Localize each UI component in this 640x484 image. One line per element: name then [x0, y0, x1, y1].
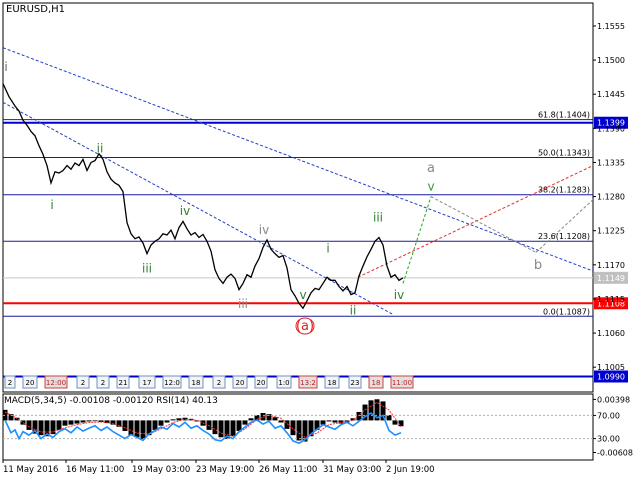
macd-histogram-bar-35 [212, 420, 218, 435]
wave-label-15: b [534, 258, 542, 273]
wave-label-4: iii [142, 261, 152, 275]
fib-level-label-1: 50.0(1.1343) [538, 148, 590, 157]
session-box-label-1: 20 [26, 379, 35, 387]
macd-histogram-bar-26 [158, 420, 164, 426]
wave-label-0: i [4, 60, 7, 74]
macd-histogram-bar-28 [170, 419, 176, 421]
session-box-label-3: 2 [81, 379, 85, 387]
y-tick-label-3: 1.1390 [597, 124, 625, 133]
wave-label-3: iv [180, 204, 190, 218]
macd-histogram-bar-21 [128, 420, 134, 436]
session-box-label-4: 2 [101, 379, 105, 387]
macd-histogram-bar-40 [242, 420, 248, 425]
session-box-label-17: 11:00 [392, 379, 412, 387]
wave-label-12: iv [394, 288, 404, 302]
session-box-label-14: 18 [328, 379, 337, 387]
symbol-title: EURUSD,H1 [6, 4, 66, 15]
ind-y-tick-label-0: 0.00398 [597, 395, 630, 404]
wave-label-5: iv [259, 223, 269, 237]
session-box-label-16: 18 [372, 379, 381, 387]
macd-histogram-bar-48 [290, 420, 296, 436]
ind-y-tick-label-1: 70.00 [597, 411, 620, 420]
price-chart: 61.8(1.1404) 50.0(1.1343) 38.2(1.1283) 23.6… [2, 2, 633, 475]
macd-histogram-bar-36 [218, 420, 224, 438]
session-box-label-13: 13:2 [300, 379, 316, 387]
current-price-tag-text: 1.1149 [597, 274, 625, 283]
fib-level-label-0: 61.8(1.1404) [538, 111, 590, 120]
price-level-tag-text-2: 1.0990 [597, 372, 625, 381]
macd-histogram-bar-20 [122, 420, 128, 431]
macd-histogram-bar-13 [80, 420, 86, 423]
fib-level-label-4: 0.0(1.1087) [543, 307, 590, 316]
y-tick-label-9: 1.1060 [597, 329, 625, 338]
indicator-label: MACD(5,34,5) -0.00108 -0.00120 RSI(14) 4… [4, 396, 218, 406]
y-tick-label-0: 1.1555 [597, 22, 625, 31]
macd-histogram-bar-27 [164, 420, 170, 423]
fib-level-label-2: 38.2(1.1283) [538, 186, 590, 195]
x-tick-label-1: 16 May 11:00 [66, 465, 124, 475]
wave-label-9: i [326, 241, 329, 255]
wave-label-6: iii [238, 297, 248, 311]
macd-histogram-bar-6 [38, 420, 44, 436]
chart-window: 61.8(1.1404) 50.0(1.1343) 38.2(1.1283) 23.6… [0, 0, 640, 480]
session-box-label-6: 17 [143, 379, 152, 387]
macd-histogram-bar-55 [332, 420, 338, 423]
x-tick-label-6: 2 Jun 19:00 [386, 465, 435, 475]
macd-histogram-bar-14 [86, 420, 92, 422]
x-tick-label-0: 11 May 2016 [3, 465, 58, 475]
macd-histogram-bar-9 [56, 420, 62, 430]
wave-label-1: ii [97, 142, 104, 156]
wave-label-14: v [427, 179, 434, 193]
fib-level-label-3: 23.6(1.1208) [538, 232, 590, 241]
wave-label-13: a [427, 161, 435, 176]
macd-histogram-bar-45 [272, 417, 278, 421]
y-tick-label-10: 1.1005 [597, 363, 625, 372]
session-box-label-15: 23 [351, 379, 360, 387]
macd-histogram-bar-64 [386, 415, 392, 421]
x-tick-label-2: 19 May 03:00 [132, 465, 190, 475]
macd-histogram-bar-54 [326, 420, 332, 422]
macd-histogram-bar-25 [152, 420, 158, 430]
session-box-label-11: 20 [257, 379, 266, 387]
macd-histogram-bar-38 [230, 420, 236, 437]
session-box-label-2: 12:00 [46, 379, 66, 387]
y-tick-label-4: 1.1335 [597, 158, 625, 167]
x-tick-label-3: 23 May 19:00 [196, 465, 254, 475]
macd-histogram-bar-11 [68, 420, 74, 425]
macd-histogram-bar-41 [248, 418, 254, 421]
macd-histogram-bar-10 [62, 420, 68, 426]
session-box-label-8: 18 [192, 379, 201, 387]
session-box-label-9: 2 [217, 379, 221, 387]
macd-histogram-bar-23 [140, 420, 146, 439]
y-tick-label-8: 1.1115 [597, 295, 625, 304]
ind-y-tick-label-2: 30.00 [597, 435, 620, 444]
session-box-label-0: 2 [8, 379, 12, 387]
y-tick-label-1: 1.1500 [597, 56, 625, 65]
y-tick-label-6: 1.1225 [597, 227, 625, 236]
wave-label-7: v [299, 288, 306, 302]
ind-y-tick-label-3: -0.00608 [597, 449, 633, 458]
macd-histogram-bar-22 [134, 420, 140, 438]
y-tick-label-2: 1.1445 [597, 90, 625, 99]
wave-label-10: ii [350, 303, 357, 317]
y-tick-label-7: 1.1170 [597, 261, 625, 270]
y-tick-label-5: 1.1280 [597, 193, 625, 202]
session-box-label-12: 1:0 [278, 379, 289, 387]
macd-histogram-bar-12 [74, 420, 80, 424]
x-tick-label-5: 31 May 03:00 [323, 465, 381, 475]
wave-label-2: i [50, 198, 53, 212]
macd-histogram-bar-46 [278, 420, 284, 423]
macd-histogram-bar-66 [398, 420, 404, 427]
session-box-label-5: 21 [119, 379, 128, 387]
macd-histogram-bar-61 [368, 400, 374, 421]
wave-label-11: iii [373, 210, 383, 224]
session-box-label-10: 20 [236, 379, 245, 387]
macd-histogram-bar-15 [92, 420, 98, 422]
session-box-label-7: 12:0 [164, 379, 180, 387]
macd-histogram-bar-49 [296, 420, 302, 441]
x-tick-label-4: 26 May 11:00 [259, 465, 317, 475]
